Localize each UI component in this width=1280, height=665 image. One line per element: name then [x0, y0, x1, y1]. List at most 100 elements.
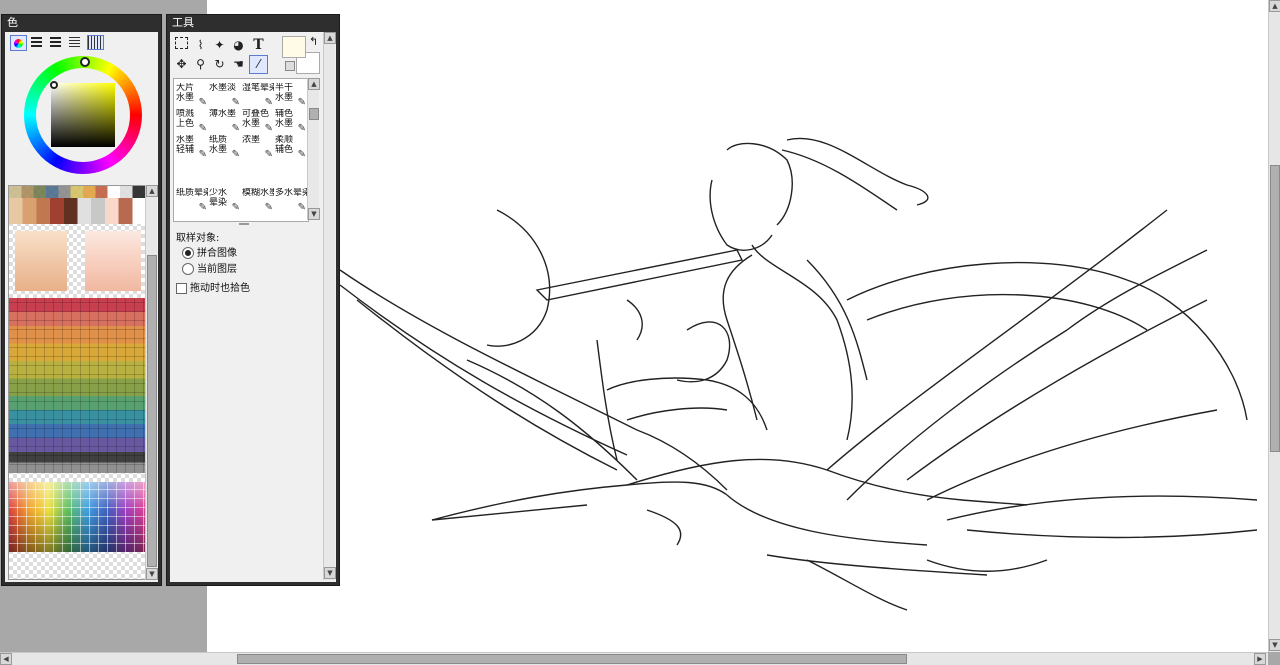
sv-indicator[interactable]: [50, 81, 58, 89]
brush-preset[interactable]: 湿笔晕染 ✎: [242, 83, 274, 109]
canvas-scroll-right-icon[interactable]: ▶: [1254, 653, 1266, 665]
brush-scrollbar[interactable]: ▲ ▼: [307, 78, 320, 220]
option-drag-sample[interactable]: 拖动时也拾色: [176, 279, 250, 294]
color-wheel[interactable]: [24, 56, 142, 174]
option-current-layer[interactable]: 当前图层: [182, 260, 237, 275]
brush-icon: ✎: [264, 202, 273, 213]
brush-preset[interactable]: 模糊水墨 ✎: [242, 188, 274, 214]
brush-preset-label: 薄水墨: [209, 109, 237, 119]
rotate-tool-icon[interactable]: ↻: [211, 56, 228, 73]
options-scroll-down-icon[interactable]: ▼: [324, 567, 336, 579]
canvas-vscroll-thumb[interactable]: [1270, 165, 1280, 452]
tool-options-scrollbar[interactable]: ▲ ▼: [323, 32, 336, 580]
canvas-horizontal-scrollbar[interactable]: ◀ ▶: [0, 652, 1268, 665]
hsv-sliders-tab-icon[interactable]: [50, 37, 61, 47]
brush-preset-label: 水墨 轻辅: [176, 135, 195, 155]
lasso-tool-icon[interactable]: ⌇: [192, 37, 209, 54]
swatches-tab-icon[interactable]: [69, 37, 80, 47]
scroll-up-arrow-icon[interactable]: ▲: [146, 185, 158, 197]
canvas-scroll-up-icon[interactable]: ▲: [1269, 0, 1280, 12]
brush-preset-label: 多水晕染: [275, 188, 307, 198]
canvas-scroll-down-icon[interactable]: ▼: [1269, 639, 1280, 651]
brush-scroll-up-icon[interactable]: ▲: [308, 78, 320, 90]
color-wheel-tab-icon[interactable]: [10, 35, 27, 51]
move-tool-icon[interactable]: ✥: [173, 56, 190, 73]
brush-grid: 大片 水墨✎水墨淡✎湿笔晕染✎半干 水墨✎喷溅 上色✎薄水墨✎可叠色 水墨✎辅色…: [173, 78, 309, 222]
color-panel: 色 ▲ ▼: [1, 14, 162, 586]
drag-sample-checkbox[interactable]: [176, 282, 187, 294]
zoom-tool-icon[interactable]: ⚲: [192, 56, 209, 73]
magic-wand-tool-icon[interactable]: ✦: [211, 37, 228, 54]
color-panel-tabs: [10, 35, 106, 51]
brush-scroll-thumb[interactable]: [309, 108, 319, 120]
brush-resize-handle[interactable]: [239, 223, 249, 225]
hue-indicator[interactable]: [80, 57, 90, 67]
brush-preset[interactable]: 少水 晕染 ✎: [209, 188, 241, 214]
hand-tool-icon[interactable]: ☚: [230, 56, 247, 73]
swatch-palette[interactable]: [8, 185, 147, 580]
saturation-value-square[interactable]: [51, 83, 115, 147]
brush-preset-label: 辅色 水墨: [275, 109, 294, 129]
brush-icon: ✎: [297, 149, 306, 160]
current-layer-label: 当前图层: [197, 264, 237, 275]
scroll-thumb[interactable]: [147, 255, 157, 567]
brush-scroll-down-icon[interactable]: ▼: [308, 208, 320, 220]
brush-preset-label: 纸质晕染: [176, 188, 208, 198]
brush-preset[interactable]: 辅色 水墨 ✎: [275, 109, 307, 135]
brush-preset[interactable]: 薄水墨 ✎: [209, 109, 241, 135]
brush-preset[interactable]: 大片 水墨 ✎: [176, 83, 208, 109]
brush-preset[interactable]: 喷溅 上色 ✎: [176, 109, 208, 135]
foreground-color-swatch[interactable]: [282, 36, 306, 58]
brush-preset[interactable]: 水墨 轻辅 ✎: [176, 135, 208, 161]
brush-preset-label: 柔顺 辅色: [275, 135, 294, 155]
brush-icon: ✎: [264, 123, 273, 134]
swatch-scrollbar[interactable]: ▲ ▼: [145, 185, 158, 580]
swap-colors-icon[interactable]: ↰: [309, 35, 318, 48]
brush-preset[interactable]: 多水晕染 ✎: [275, 188, 307, 214]
palette-tab-icon[interactable]: [87, 35, 104, 50]
brush-preset[interactable]: 纸质晕染 ✎: [176, 188, 208, 214]
brush-icon: ✎: [297, 123, 306, 134]
merged-image-radio[interactable]: [182, 247, 194, 259]
options-scroll-up-icon[interactable]: ▲: [324, 32, 336, 44]
canvas-hscroll-thumb[interactable]: [237, 654, 907, 664]
eyedropper-tool-icon[interactable]: ⁄: [249, 55, 268, 74]
brush-icon: ✎: [231, 97, 240, 108]
rgb-sliders-tab-icon[interactable]: [31, 37, 42, 47]
brush-preset[interactable]: 浓墨 ✎: [242, 135, 274, 161]
drawing-canvas[interactable]: [207, 0, 1268, 652]
current-layer-radio[interactable]: [182, 263, 194, 275]
brush-preset-label: 水墨淡: [209, 83, 237, 93]
tool-panel: 工具 ⌇ ✦ ◕ T ✥ ⚲ ↻ ☚ ⁄ ↰ 大片 水墨✎水墨淡✎湿笔晕染✎半干…: [166, 14, 340, 586]
brush-icon: ✎: [297, 97, 306, 108]
text-tool-icon[interactable]: T: [250, 37, 267, 54]
brush-preset[interactable]: 纸质 水墨 ✎: [209, 135, 241, 161]
brush-preset-label: 模糊水墨: [242, 188, 274, 198]
brush-icon: ✎: [264, 97, 273, 108]
option-merged-image[interactable]: 拼合图像: [182, 244, 237, 259]
brush-icon: ✎: [264, 149, 273, 160]
brush-preset-label: 少水 晕染: [209, 188, 228, 208]
brush-preset-label: 喷溅 上色: [176, 109, 195, 129]
brush-icon: ✎: [198, 149, 207, 160]
color-panel-body: ▲ ▼: [5, 32, 158, 582]
brush-preset[interactable]: 半干 水墨 ✎: [275, 83, 307, 109]
brush-preset[interactable]: 可叠色 水墨 ✎: [242, 109, 274, 135]
fill-tool-icon[interactable]: ◕: [230, 37, 247, 54]
canvas-vertical-scrollbar[interactable]: ▲ ▼: [1268, 0, 1280, 652]
brush-icon: ✎: [297, 202, 306, 213]
brush-preset[interactable]: 水墨淡 ✎: [209, 83, 241, 109]
canvas-scroll-left-icon[interactable]: ◀: [0, 653, 12, 665]
brush-preset-label: 浓墨: [242, 135, 261, 145]
tool-panel-title: 工具: [167, 15, 339, 31]
rect-select-tool-icon[interactable]: [173, 37, 190, 54]
brush-icon: ✎: [198, 123, 207, 134]
brush-icon: ✎: [198, 202, 207, 213]
brush-icon: ✎: [198, 97, 207, 108]
brush-icon: ✎: [231, 149, 240, 160]
reset-colors-icon[interactable]: [285, 61, 295, 71]
merged-image-label: 拼合图像: [197, 248, 237, 259]
scroll-down-arrow-icon[interactable]: ▼: [146, 568, 158, 580]
brush-preset[interactable]: 柔顺 辅色 ✎: [275, 135, 307, 161]
brush-icon: ✎: [231, 123, 240, 134]
